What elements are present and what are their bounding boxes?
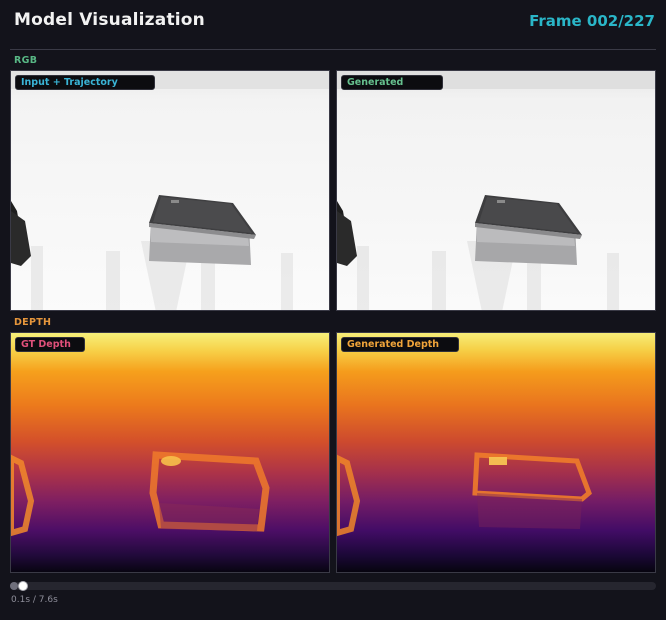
model-visualization-app: Model Visualization Frame 002/227 RGB In…	[0, 0, 666, 620]
timeline-slider[interactable]	[10, 581, 656, 591]
generated-depth-image	[337, 333, 655, 572]
gt-depth-panel: GT Depth	[10, 332, 330, 573]
depth-section-label: DEPTH	[14, 317, 52, 328]
frame-counter: Frame 002/227	[529, 12, 655, 30]
panel-label-generated: Generated	[341, 75, 443, 90]
header-divider	[10, 49, 656, 50]
page-title: Model Visualization	[14, 10, 205, 30]
timeline-thumb[interactable]	[18, 581, 29, 591]
input-trajectory-panel: Input + Trajectory	[10, 70, 330, 311]
generated-frame-image	[337, 71, 655, 310]
gt-depth-image	[11, 333, 329, 572]
panel-label-input: Input + Trajectory	[15, 75, 155, 90]
panel-label-generated-depth: Generated Depth	[341, 337, 459, 352]
input-frame-image	[11, 71, 329, 310]
rgb-section-label: RGB	[14, 55, 38, 66]
panel-label-gt-depth: GT Depth	[15, 337, 85, 352]
generated-depth-panel: Generated Depth	[336, 332, 656, 573]
time-readout: 0.1s / 7.6s	[11, 595, 58, 605]
timeline-progress	[10, 582, 19, 590]
generated-panel: Generated	[336, 70, 656, 311]
